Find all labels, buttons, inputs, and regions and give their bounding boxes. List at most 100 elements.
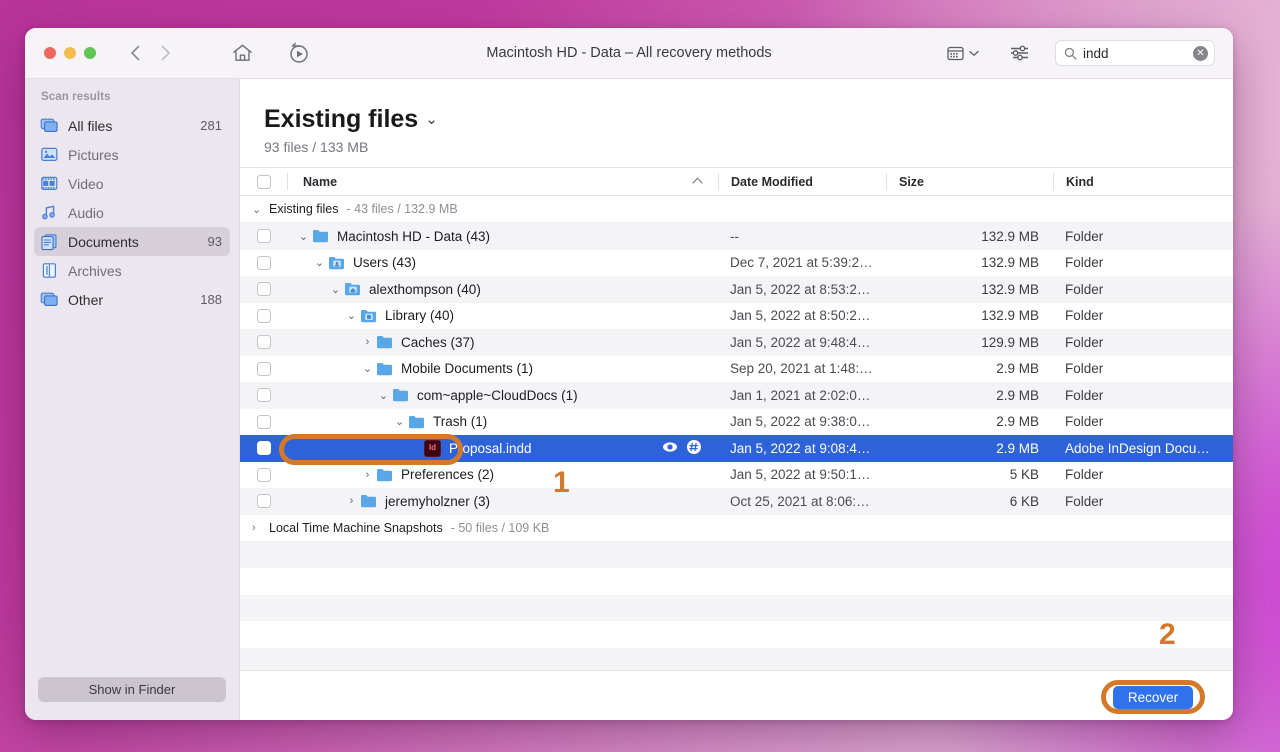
other-icon [40,290,59,309]
row-checkbox[interactable] [240,494,287,508]
row-checkbox[interactable] [240,229,287,243]
sidebar-item-documents[interactable]: Documents93 [34,227,230,256]
toolbar-right: indd ✕ [943,40,1233,66]
filter-button[interactable] [1009,44,1030,62]
view-mode-button[interactable] [943,44,983,63]
chevron-down-icon[interactable]: ⌄ [343,309,360,322]
folder-library-icon [360,307,378,325]
sidebar-item-video[interactable]: Video [34,169,230,198]
main-header: Existing files ⌄ 93 files / 133 MB [240,79,1233,167]
audio-icon [40,203,59,222]
row-checkbox[interactable] [240,335,287,349]
row-kind: Folder [1053,255,1233,270]
column-header-kind[interactable]: Kind [1053,173,1233,190]
row-name: Mobile Documents (1) [401,361,533,376]
row-name-cell: › Caches (37) [287,333,718,351]
table-row[interactable]: ⌄com~apple~CloudDocs (1)Jan 1, 2021 at 2… [240,382,1233,409]
table-row[interactable]: ⌄Users (43)Dec 7, 2021 at 5:39:2…132.9 M… [240,250,1233,277]
chevron-down-icon [969,50,979,57]
row-checkbox[interactable] [240,468,287,482]
sidebar-item-archives[interactable]: Archives [34,256,230,285]
chevron-right-icon[interactable]: › [359,469,376,481]
chevron-down-icon[interactable]: ⌄ [252,203,261,216]
folder-home-icon [344,280,362,298]
sidebar-item-label: Other [68,292,191,308]
table-row[interactable]: ›Preferences (2)Jan 5, 2022 at 9:50:1…5 … [240,462,1233,489]
sidebar-item-all-files[interactable]: All files281 [34,111,230,140]
row-kind: Folder [1053,388,1233,403]
archives-icon [40,261,59,280]
chevron-down-icon[interactable]: ⌄ [311,256,328,269]
table-row[interactable]: ⌄Library (40)Jan 5, 2022 at 8:50:2…132.9… [240,303,1233,330]
chevron-right-icon[interactable]: › [252,522,261,534]
preview-eye-icon[interactable] [662,439,678,458]
clear-search-icon[interactable]: ✕ [1193,46,1208,61]
close-button[interactable] [44,47,56,59]
sidebar-item-audio[interactable]: Audio [34,198,230,227]
row-name: alexthompson (40) [369,282,481,297]
column-header-size[interactable]: Size [886,173,1053,190]
folder-icon [408,413,426,431]
row-name: Proposal.indd [449,441,532,456]
row-name: jeremyholzner (3) [385,494,490,509]
chevron-down-icon[interactable]: ⌄ [327,283,344,296]
row-name-cell: ⌄ Macintosh HD - Data (43) [287,227,718,245]
sidebar-list: All files281PicturesVideoAudioDocuments9… [25,111,239,314]
window-body: Scan results All files281PicturesVideoAu… [25,79,1233,720]
group-row[interactable]: ⌄Existing files- 43 files / 132.9 MB [240,196,1233,223]
row-date: Jan 5, 2022 at 9:08:4… [718,441,886,456]
table-row[interactable]: ⌄Mobile Documents (1)Sep 20, 2021 at 1:4… [240,356,1233,383]
row-date: Jan 5, 2022 at 8:53:2… [718,282,886,297]
row-checkbox[interactable] [240,309,287,323]
folder-icon [312,227,330,245]
search-field[interactable]: indd ✕ [1055,40,1215,66]
row-name: Macintosh HD - Data (43) [337,229,490,244]
row-checkbox[interactable] [240,362,287,376]
row-date: Oct 25, 2021 at 8:06:… [718,494,886,509]
row-name-cell: ⌄ alexthompson (40) [287,280,718,298]
back-icon[interactable] [122,40,148,66]
row-checkbox[interactable] [240,388,287,402]
row-name: Caches (37) [401,335,475,350]
page-title[interactable]: Existing files ⌄ [264,105,1233,134]
row-size: 5 KB [886,467,1053,482]
row-checkbox[interactable] [240,282,287,296]
table-row[interactable]: ⌄ alexthompson (40) Jan 5, 2022 at 8:53:2…… [240,276,1233,303]
chevron-down-icon[interactable]: ⌄ [359,362,376,375]
recover-button[interactable]: Recover [1113,686,1193,709]
chevron-down-icon[interactable]: ⌄ [425,110,438,128]
sidebar-item-other[interactable]: Other188 [34,285,230,314]
home-icon[interactable] [227,38,257,68]
row-action-icons [662,439,718,458]
chevron-down-icon[interactable]: ⌄ [295,230,312,243]
table-row[interactable]: ›Caches (37)Jan 5, 2022 at 9:48:4…129.9 … [240,329,1233,356]
chevron-down-icon[interactable]: ⌄ [391,415,408,428]
show-in-finder-button[interactable]: Show in Finder [38,677,226,702]
column-header-date[interactable]: Date Modified [718,173,886,190]
minimize-button[interactable] [64,47,76,59]
group-row[interactable]: ›Local Time Machine Snapshots- 50 files … [240,515,1233,542]
table-row[interactable]: › jeremyholzner (3) Oct 25, 2021 at 8:06:…… [240,488,1233,515]
hash-info-icon[interactable] [686,439,702,458]
search-input-value[interactable]: indd [1083,46,1187,61]
column-header-name[interactable]: Name [287,173,718,190]
table-row[interactable]: ⌄Macintosh HD - Data (43)--132.9 MBFolde… [240,223,1233,250]
row-kind: Folder [1053,229,1233,244]
table-row[interactable]: ⌄Trash (1)Jan 5, 2022 at 9:38:0…2.9 MBFo… [240,409,1233,436]
select-all-checkbox[interactable] [240,175,287,189]
chevron-down-icon[interactable]: ⌄ [375,389,392,402]
group-name: Existing files [269,202,338,216]
row-checkbox[interactable] [240,441,287,455]
chevron-right-icon[interactable]: › [359,336,376,348]
row-size: 132.9 MB [886,229,1053,244]
row-checkbox[interactable] [240,415,287,429]
sidebar-item-pictures[interactable]: Pictures [34,140,230,169]
row-checkbox[interactable] [240,256,287,270]
forward-icon[interactable] [152,40,178,66]
zoom-button[interactable] [84,47,96,59]
sidebar-heading: Scan results [25,91,239,111]
history-icon[interactable] [284,38,314,68]
files-icon [40,116,59,135]
table-row[interactable]: IdProposal.inddJan 5, 2022 at 9:08:4…2.9… [240,435,1233,462]
chevron-right-icon[interactable]: › [343,495,360,507]
